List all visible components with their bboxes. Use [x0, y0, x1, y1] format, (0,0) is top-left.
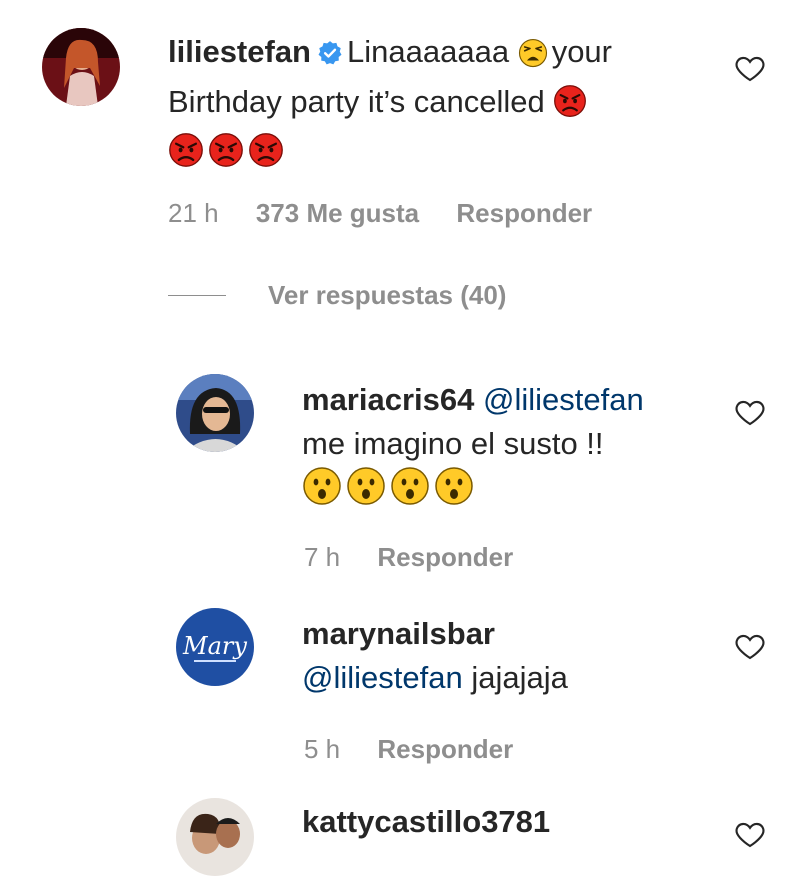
comment-body: liliestefan Linaaaaaaa your Birthday part…	[168, 30, 688, 180]
verified-badge-icon	[317, 34, 343, 78]
username[interactable]: kattycastillo3781	[302, 804, 550, 839]
avatar[interactable]	[176, 374, 254, 452]
username[interactable]: mariacris64	[302, 382, 474, 417]
weary-face-emoji	[518, 36, 548, 80]
reply-button[interactable]: Responder	[377, 734, 513, 764]
avatar[interactable]: Mary	[176, 608, 254, 686]
heart-outline-icon[interactable]	[734, 818, 766, 855]
likes-count[interactable]: 373 Me gusta	[256, 198, 419, 228]
view-replies-button[interactable]: Ver respuestas (40)	[168, 280, 506, 311]
avatar[interactable]	[176, 798, 254, 876]
mention-link[interactable]: @liliestefan	[483, 382, 644, 417]
comment-body: mariacris64 @liliestefan me imagino el s…	[302, 378, 722, 518]
reply-button[interactable]: Responder	[377, 542, 513, 572]
comment-meta: 21 h 373 Me gusta Responder	[168, 198, 622, 229]
heart-outline-icon[interactable]	[734, 630, 766, 667]
username[interactable]: liliestefan	[168, 34, 311, 69]
comment-body: kattycastillo3781	[302, 800, 722, 844]
comment-text: Birthday party it’s cancelled	[168, 84, 545, 119]
reply-button[interactable]: Responder	[456, 198, 592, 228]
astonished-face-emoji	[390, 466, 430, 518]
astonished-face-emoji	[434, 466, 474, 518]
timestamp[interactable]: 7 h	[304, 542, 340, 572]
comment-meta: 7 h Responder	[304, 542, 543, 573]
avatar-logo-text: Mary	[182, 632, 247, 660]
comment-text: jajajaja	[471, 660, 568, 695]
angry-face-emoji	[248, 132, 284, 180]
angry-face-emoji	[208, 132, 244, 180]
username[interactable]: marynailsbar	[302, 616, 495, 651]
heart-outline-icon[interactable]	[734, 52, 766, 89]
angry-face-emoji	[168, 132, 204, 180]
comment-text: me imagino el susto !!	[302, 426, 604, 461]
angry-face-emoji	[553, 84, 587, 130]
timestamp[interactable]: 5 h	[304, 734, 340, 764]
astonished-face-emoji	[346, 466, 386, 518]
mention-link[interactable]: @liliestefan	[302, 660, 463, 695]
comment-body: marynailsbar @liliestefan jajajaja	[302, 612, 722, 700]
timestamp[interactable]: 21 h	[168, 198, 219, 228]
astonished-face-emoji	[302, 466, 342, 518]
view-replies-label: Ver respuestas (40)	[268, 280, 507, 310]
comment-text: Linaaaaaaa	[347, 34, 510, 69]
heart-outline-icon[interactable]	[734, 396, 766, 433]
avatar[interactable]	[42, 28, 120, 106]
comment-text: your	[551, 34, 612, 69]
divider	[168, 295, 226, 296]
comment-meta: 5 h Responder	[304, 734, 543, 765]
